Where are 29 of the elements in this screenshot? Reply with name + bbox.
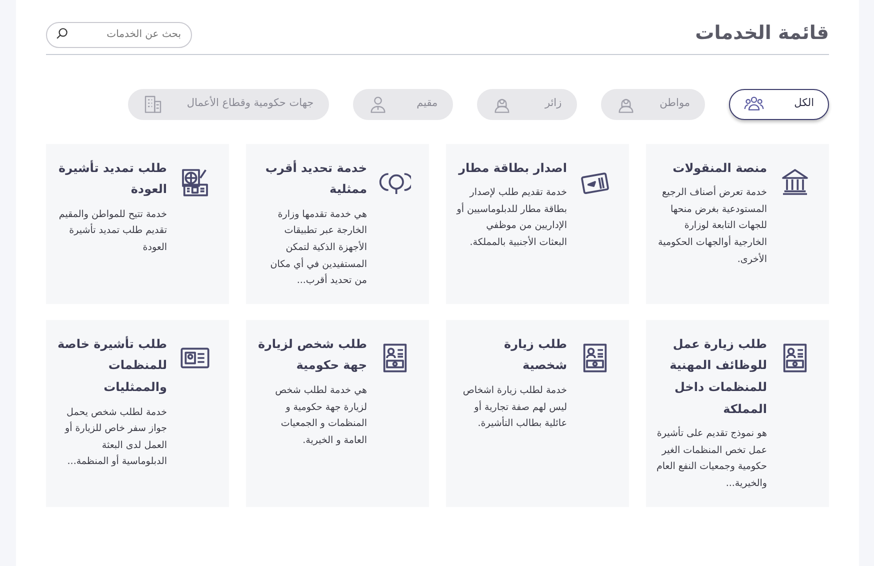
service-description: خدمة تقديم طلب لإصدار بطاقة مطار للدبلوماسيين أو الإداريين من موظفي البعثات الأجنبية بالمملكة. — [456, 186, 567, 250]
service-card[interactable]: اصدار بطاقة مطار خدمة تقديم طلب لإصدار بطاقة مطار للدبلوماسيين أو الإداريين من موظفي البعثات الأجنبية بالمملكة. — [446, 144, 629, 304]
service-card[interactable]: طلب شخص لزيارة جهة حكومية هي خدمة لطلب شخص لزيارة جهة حكومية و المنظمات و الجمعيات العامة و الخيرية. — [246, 320, 429, 507]
service-card[interactable]: طلب تأشيرة خاصة للمنظمات والممثليات خدمة لطلب شخص يحمل جواز سفر خاص للزيارة أو العمل لدى البعثة الدبلوماسية أو المنظمة... — [46, 320, 229, 507]
service-title: طلب تمديد تأشيرة العودة — [58, 159, 167, 198]
service-title: طلب تأشيرة خاصة للمنظمات والممثليات — [56, 335, 167, 396]
filter-tab[interactable]: الكل — [729, 88, 829, 120]
service-description: هي خدمة تقدمها وزارة الخارجة عبر تطبيقات الأجهزة الذكية لتمكن المستفيدين في أي مكان من تحديد أقرب... — [269, 208, 367, 288]
service-description: خدمة تتيح للمواطن والمقيم تقديم طلب تمديد تأشيرة العودة — [58, 208, 167, 255]
service-description: خدمة لطلب زيارة اشخاص ليس لهم صفة تجارية أو عائلية بطالب التأشيرة. — [462, 384, 567, 432]
service-card[interactable]: طلب زيارة شخصية خدمة لطلب زيارة اشخاص ليس لهم صفة تجارية أو عائلية بطالب التأشيرة. — [446, 320, 629, 507]
search-icon — [56, 27, 69, 40]
service-card[interactable]: طلب زيارة عمل للوظائف المهنية للمنظمات داخل المملكة هو نموذج تقديم على تأشيرة عمل تخص المنظمات الغير حكومية وجمعيات النفع العام والخيرية... — [646, 320, 829, 507]
building-icon — [142, 94, 163, 114]
service-description: هو نموذج تقديم على تأشيرة عمل تخص المنظمات الغير حكومية وجمعيات النفع العام والخيرية... — [656, 426, 767, 492]
page-title: قائمة الخدمات — [695, 22, 829, 46]
service-description: هي خدمة لطلب شخص لزيارة جهة حكومية و المنظمات و الجمعيات العامة و الخيرية. — [274, 384, 367, 448]
service-card[interactable]: طلب تمديد تأشيرة العودة خدمة تتيح للمواطن والمقيم تقديم طلب تمديد تأشيرة العودة — [46, 144, 229, 304]
service-title: خدمة تحديد أقرب ممثلية — [264, 159, 367, 198]
service-card[interactable]: خدمة تحديد أقرب ممثلية هي خدمة تقدمها وزارة الخارجة عبر تطبيقات الأجهزة الذكية لتمكن المستفيدين في أي مكان من تحديد أقرب... — [246, 144, 429, 304]
service-title: طلب زيارة عمل للوظائف المهنية للمنظمات داخل المملكة — [668, 336, 767, 418]
service-title: طلب شخص لزيارة جهة حكومية — [256, 336, 367, 374]
service-card[interactable]: منصة المنقولات خدمة تعرض أصناف الرجيع المستودعية بغرض منحها للجهات التابعة لوزارة الخارجية أوالجهات الحكومية الأخرى. — [646, 144, 829, 304]
search-field[interactable]: بحث عن الخدمات — [46, 22, 192, 48]
service-description: خدمة لطلب شخص يحمل جواز سفر خاص للزيارة أو العمل لدى البعثة الدبلوماسية أو المنظمة... — [64, 406, 167, 470]
service-title: طلب زيارة شخصية — [503, 336, 567, 374]
service-title: منصة المنقولات — [672, 160, 767, 177]
service-title: اصدار بطاقة مطار — [457, 160, 567, 177]
service-description: خدمة تعرض أصناف الرجيع المستودعية بغرض منحها للجهات التابعة لوزارة الخارجية أوالجهات الحكومية الأخرى. — [657, 185, 767, 267]
